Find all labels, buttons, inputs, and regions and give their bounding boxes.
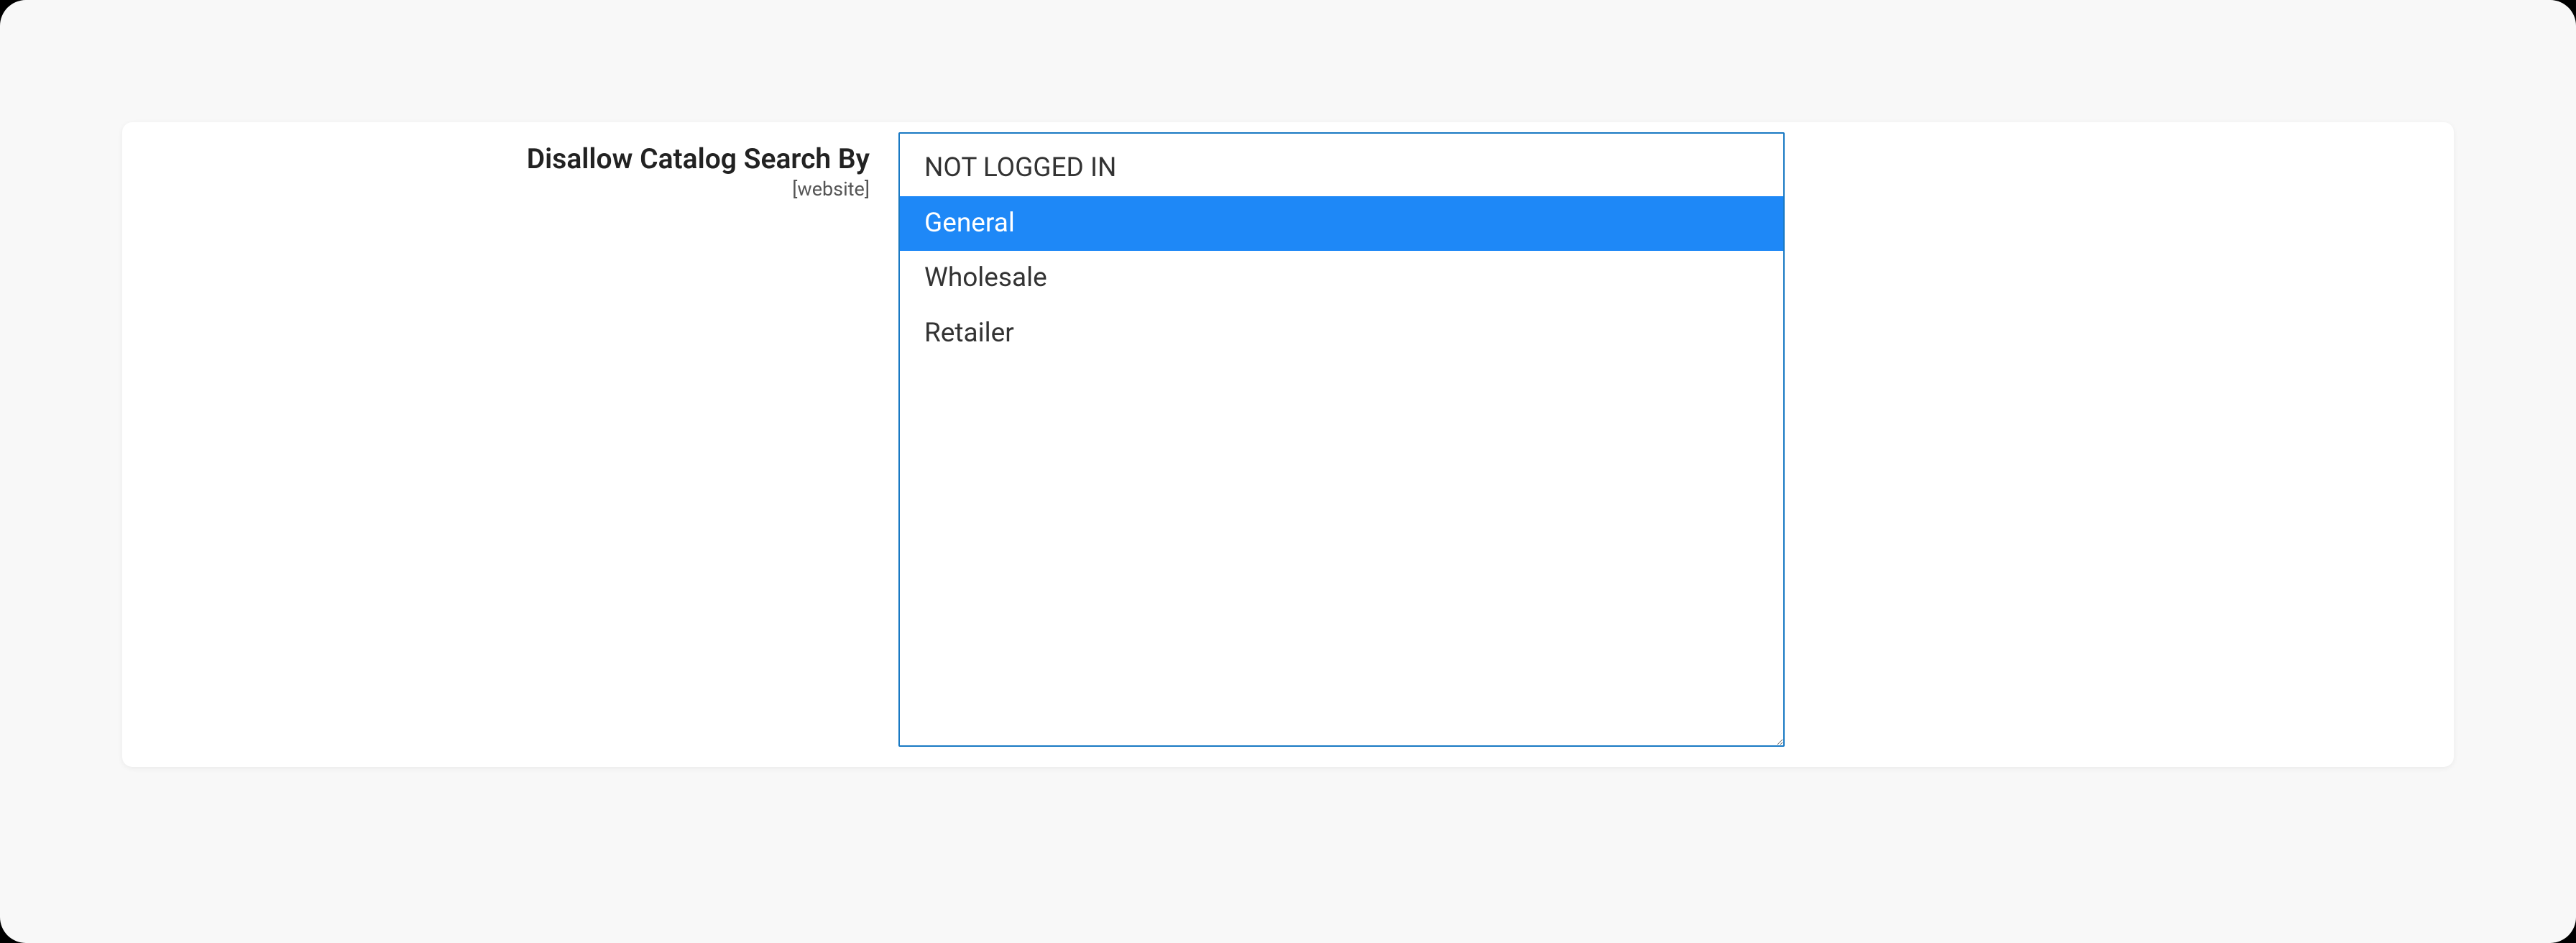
spacer [1785,132,2425,747]
select-option[interactable]: NOT LOGGED IN [900,141,1783,196]
field-control-column: NOT LOGGED INGeneralWholesaleRetailer [898,132,1785,747]
select-option[interactable]: Retailer [900,306,1783,362]
field-label: Disallow Catalog Search By [151,142,870,176]
select-option[interactable]: Wholesale [900,251,1783,306]
config-card: Disallow Catalog Search By [website] NOT… [122,122,2454,767]
field-label-column: Disallow Catalog Search By [website] [151,132,898,747]
disallow-catalog-search-by-select[interactable]: NOT LOGGED INGeneralWholesaleRetailer [898,132,1785,747]
field-scope: [website] [151,178,870,201]
page-background: Disallow Catalog Search By [website] NOT… [0,0,2576,943]
select-option[interactable]: General [900,196,1783,252]
